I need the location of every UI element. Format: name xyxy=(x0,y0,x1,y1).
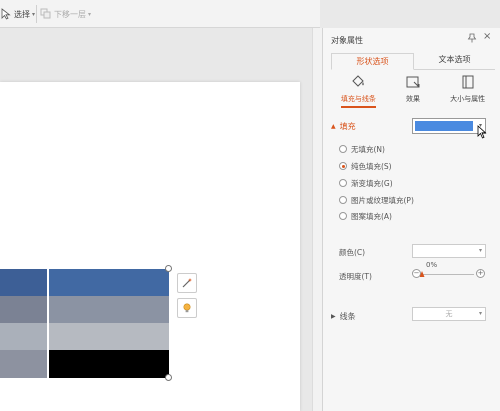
panel-title: 对象属性 xyxy=(331,36,363,45)
table-cell[interactable] xyxy=(49,269,169,296)
color-label: 颜色(C) xyxy=(339,248,366,257)
collapsed-triangle-icon: ▶ xyxy=(331,312,336,320)
radio-button xyxy=(339,145,347,153)
increase-button[interactable]: + xyxy=(476,269,485,278)
transparency-label: 透明度(T) xyxy=(339,272,372,281)
select-icon xyxy=(1,8,11,20)
table-cell[interactable] xyxy=(0,323,48,350)
radio-solid-fill-label: 纯色填充(S) xyxy=(351,161,392,171)
tab-text-options[interactable]: 文本选项 xyxy=(414,52,495,69)
resize-handle-top-right[interactable] xyxy=(165,265,172,272)
radio-button-checked xyxy=(339,162,347,170)
radio-gradient-fill-label: 渐变填充(G) xyxy=(351,178,393,188)
chevron-down-icon: ▾ xyxy=(88,10,92,18)
subtab-size-properties-label: 大小与属性 xyxy=(450,95,486,103)
radio-pattern-fill-label: 图案填充(A) xyxy=(351,211,392,221)
radio-button xyxy=(339,196,347,204)
color-select[interactable]: ▾ xyxy=(412,244,486,258)
radio-solid-fill[interactable]: 纯色填充(S) xyxy=(339,160,392,172)
vertical-scrollbar[interactable] xyxy=(312,28,322,411)
panel-tabs: 形状选项 文本选项 xyxy=(331,52,495,70)
fill-color-picker[interactable]: ▾ xyxy=(412,118,486,134)
select-label: 选择 xyxy=(14,9,30,19)
resize-handle-bottom-right[interactable] xyxy=(165,374,172,381)
send-backward-label: 下移一层 xyxy=(54,9,86,19)
subtab-effects-label: 效果 xyxy=(406,95,420,103)
close-icon[interactable]: × xyxy=(483,32,493,42)
radio-pattern-fill[interactable]: 图案填充(A) xyxy=(339,210,392,222)
size-icon xyxy=(462,75,474,89)
effects-icon xyxy=(406,76,420,88)
line-section-toggle[interactable]: ▶ 线条 xyxy=(331,309,356,323)
slider-track[interactable] xyxy=(422,274,474,275)
send-backward-icon xyxy=(40,8,51,19)
transparency-value: 0% xyxy=(426,261,438,269)
table-cell[interactable] xyxy=(0,350,48,378)
mouse-cursor-icon xyxy=(477,125,487,139)
fill-section-toggle[interactable]: ▲ 填充 xyxy=(331,119,356,133)
line-select-value: 无 xyxy=(445,310,453,318)
table-row xyxy=(0,350,169,378)
send-backward-button[interactable]: 下移一层 ▾ xyxy=(40,6,91,22)
table-row xyxy=(0,269,169,296)
radio-gradient-fill[interactable]: 渐变填充(G) xyxy=(339,177,393,189)
select-button[interactable]: 选择 ▾ xyxy=(0,6,35,22)
lightbulb-icon xyxy=(183,303,191,313)
transparency-slider[interactable]: − 0% + xyxy=(412,261,486,282)
table-cell[interactable] xyxy=(49,350,169,378)
expanded-triangle-icon: ▲ xyxy=(331,122,336,130)
fill-color-swatch xyxy=(415,121,473,131)
magic-wand-icon xyxy=(182,278,192,288)
toolbar: 选择 ▾ 下移一层 ▾ xyxy=(0,0,320,28)
radio-no-fill[interactable]: 无填充(N) xyxy=(339,143,385,155)
table-cell[interactable] xyxy=(49,323,169,350)
table-cell[interactable] xyxy=(0,269,48,296)
chevron-down-icon: ▾ xyxy=(32,10,36,18)
pin-icon[interactable] xyxy=(467,33,477,43)
line-section-label: 线条 xyxy=(339,311,356,321)
fill-section-label: 填充 xyxy=(339,121,356,131)
table-cell[interactable] xyxy=(0,296,48,323)
radio-picture-fill-label: 图片或纹理填充(P) xyxy=(351,195,414,205)
table-shape[interactable] xyxy=(0,269,169,378)
lightbulb-button[interactable] xyxy=(177,298,197,318)
paint-bucket-icon xyxy=(352,75,365,87)
subtab-fill-line-label: 填充与线条 xyxy=(340,94,376,108)
chevron-down-icon: ▾ xyxy=(478,247,482,254)
toolbar-divider xyxy=(36,5,37,23)
radio-no-fill-label: 无填充(N) xyxy=(351,144,385,154)
table-cell[interactable] xyxy=(49,296,169,323)
table-row xyxy=(0,296,169,323)
tab-shape-options[interactable]: 形状选项 xyxy=(331,53,414,70)
line-select[interactable]: 无 ▾ xyxy=(412,307,486,321)
radio-button xyxy=(339,179,347,187)
chevron-down-icon: ▾ xyxy=(478,310,482,317)
radio-button xyxy=(339,212,347,220)
radio-picture-fill[interactable]: 图片或纹理填充(P) xyxy=(339,194,414,206)
magic-wand-button[interactable] xyxy=(177,273,197,293)
table-row xyxy=(0,323,169,350)
